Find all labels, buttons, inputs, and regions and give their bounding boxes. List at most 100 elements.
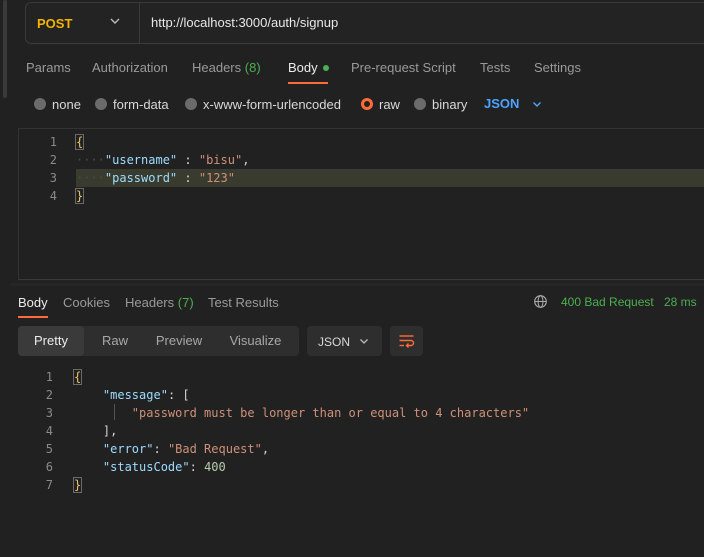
line-number: 6 (45, 460, 53, 474)
tab-tests[interactable]: Tests (480, 60, 510, 75)
tab-headers[interactable]: Headers (8) (192, 60, 261, 75)
divider (139, 3, 140, 43)
scrollbar[interactable] (3, 0, 7, 98)
wrap-lines-button[interactable] (390, 326, 423, 356)
line-number: 7 (45, 478, 53, 492)
pretty-button[interactable]: Pretty (18, 326, 84, 356)
json-colon: : (177, 171, 199, 185)
json-string-value: "Bad Request" (167, 442, 262, 456)
response-tab-cookies[interactable]: Cookies (63, 295, 110, 310)
tab-settings[interactable]: Settings (534, 60, 581, 75)
url-bar: POST http://localhost:3000/auth/signup (25, 2, 704, 44)
open-brace: { (74, 134, 85, 150)
open-brace: { (72, 369, 83, 385)
code-line: { (74, 134, 85, 150)
pane-resize-handle[interactable] (10, 283, 704, 286)
whitespace-dots: ···· (76, 171, 105, 185)
chevron-down-icon[interactable] (108, 14, 122, 28)
code-line: ····"username" : "bisu", (76, 153, 249, 167)
line-number: 1 (49, 135, 57, 149)
tab-body-label: Body (288, 60, 318, 75)
json-key: "username" (104, 153, 178, 167)
preview-button[interactable]: Preview (146, 326, 212, 356)
radio-label: x-www-form-urlencoded (203, 96, 341, 112)
json-key: "password" (104, 171, 178, 185)
close-brace: } (72, 477, 83, 493)
code-line: "error": "Bad Request", (74, 442, 269, 456)
json-comma: , (261, 442, 270, 456)
close-brace: } (74, 188, 85, 204)
method-select[interactable]: POST (37, 16, 72, 31)
radio-form-data[interactable]: form-data (95, 96, 169, 112)
whitespace-dots: ···· (76, 153, 105, 167)
json-colon: : (177, 153, 199, 167)
language-label: JSON (484, 96, 520, 111)
json-key: "statusCode" (102, 460, 190, 474)
radio-circle (185, 98, 197, 110)
json-colon: : (189, 460, 205, 474)
line-number: 5 (45, 442, 53, 456)
radio-binary[interactable]: binary (414, 96, 467, 112)
active-tab-indicator (18, 316, 48, 318)
code-line: { (72, 369, 83, 385)
line-number: 4 (45, 424, 53, 438)
request-body-editor[interactable]: 1 2 3 4 { ····"username" : "bisu", ····"… (18, 128, 704, 280)
radio-raw[interactable]: raw (361, 96, 400, 112)
response-tab-headers-label: Headers (125, 295, 175, 310)
radio-label: none (52, 96, 81, 112)
globe-icon[interactable] (533, 294, 548, 309)
active-tab-indicator (288, 82, 328, 84)
response-tab-body[interactable]: Body (18, 295, 48, 310)
radio-circle (34, 98, 46, 110)
radio-label: binary (432, 96, 468, 112)
line-number: 4 (49, 189, 57, 203)
line-number: 2 (49, 153, 57, 167)
json-string-value: "password must be longer than or equal t… (131, 406, 530, 420)
window-edge (0, 0, 10, 557)
url-input[interactable]: http://localhost:3000/auth/signup (151, 15, 338, 30)
tab-authorization[interactable]: Authorization (92, 60, 168, 75)
modified-dot-icon (322, 64, 329, 71)
radio-circle (414, 98, 426, 110)
response-time[interactable]: 28 ms (664, 295, 697, 309)
tab-pre-request-script[interactable]: Pre-request Script (351, 60, 456, 75)
code-line: } (72, 477, 83, 493)
radio-circle-selected (361, 98, 373, 110)
line-number: 1 (45, 370, 53, 384)
radio-label: form-data (113, 96, 169, 112)
visualize-button[interactable]: Visualize (212, 326, 299, 356)
json-colon: : (153, 442, 168, 456)
tab-params[interactable]: Params (26, 60, 71, 75)
format-label: JSON (318, 335, 351, 349)
radio-label: raw (379, 96, 400, 112)
headers-count: (7) (177, 295, 194, 310)
json-string-value: "123" (198, 171, 235, 185)
line-number: 2 (45, 388, 53, 402)
radio-circle (95, 98, 107, 110)
radio-none[interactable]: none (34, 96, 81, 112)
wrap-lines-icon (399, 335, 415, 348)
json-punctuation: ], (74, 424, 118, 438)
json-key: "message" (102, 388, 168, 402)
code-line: ], (74, 424, 117, 438)
json-key: "error" (102, 442, 154, 456)
json-punctuation: : [ (167, 388, 190, 402)
radio-urlencoded[interactable]: x-www-form-urlencoded (185, 96, 341, 112)
tab-body[interactable]: Body (288, 60, 329, 75)
response-tab-test-results[interactable]: Test Results (208, 295, 279, 310)
json-string-value: "bisu" (198, 153, 243, 167)
headers-count: (8) (244, 60, 261, 75)
status-badge[interactable]: 400 Bad Request (561, 295, 654, 309)
format-select[interactable]: JSON (307, 326, 382, 356)
tab-headers-label: Headers (192, 60, 242, 75)
response-body-viewer[interactable]: 1 2 3 4 5 6 7 { "message": [ "password m… (10, 366, 704, 506)
code-line: ····"password" : "123" (76, 171, 235, 185)
code-line: "message": [ (74, 388, 190, 402)
raw-button[interactable]: Raw (84, 326, 146, 356)
response-tab-headers[interactable]: Headers (7) (125, 295, 194, 310)
code-line: "statusCode": 400 (74, 460, 226, 474)
language-select[interactable]: JSON (484, 96, 543, 111)
line-number: 3 (49, 171, 57, 185)
chevron-down-icon (360, 339, 368, 344)
json-comma: , (242, 153, 250, 167)
